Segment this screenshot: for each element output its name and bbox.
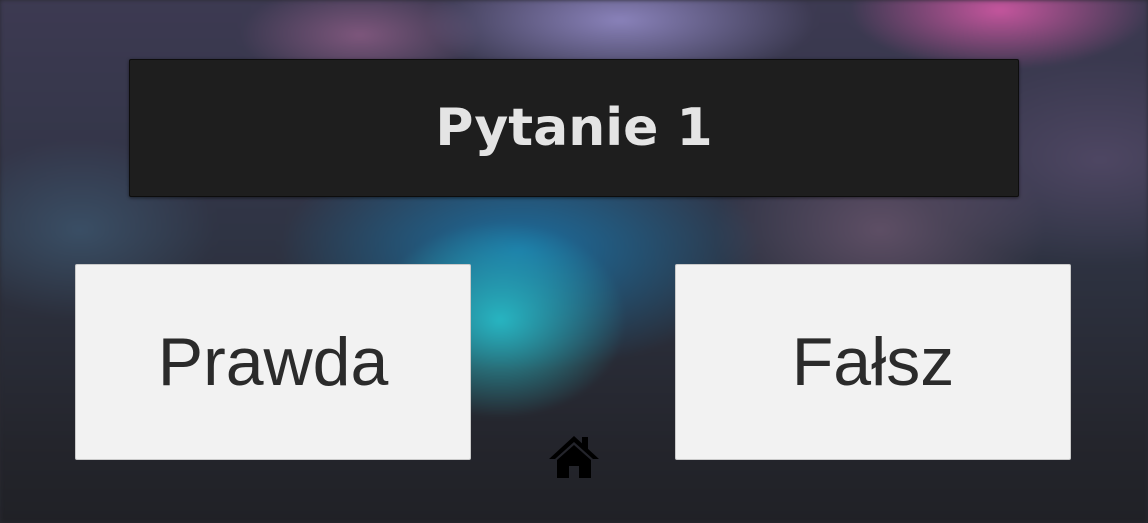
false-answer-label: Fałsz xyxy=(791,324,955,400)
question-header: Pytanie 1 xyxy=(129,59,1019,197)
true-answer-label: Prawda xyxy=(157,324,389,400)
false-answer-button[interactable]: Fałsz xyxy=(675,264,1071,460)
home-icon xyxy=(549,436,599,478)
question-title: Pytanie 1 xyxy=(435,98,713,158)
true-answer-button[interactable]: Prawda xyxy=(75,264,471,460)
home-button[interactable] xyxy=(548,435,600,479)
